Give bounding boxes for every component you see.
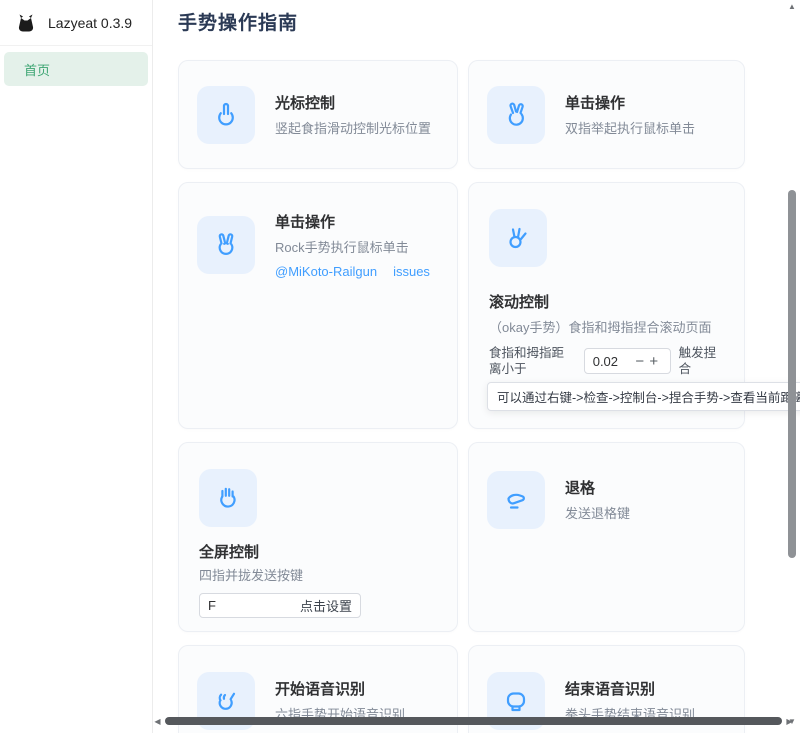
okay-hand-icon bbox=[502, 222, 534, 254]
fullscreen-key-input[interactable]: 点击设置 bbox=[199, 593, 361, 618]
issues-link[interactable]: issues bbox=[393, 264, 430, 279]
card-title: 全屏控制 bbox=[199, 541, 437, 562]
card-title: 单击操作 bbox=[275, 211, 430, 232]
horizontal-scrollbar[interactable]: ◀ ▶ bbox=[153, 715, 794, 727]
card-click-two-finger: 单击操作 双指举起执行鼠标单击 bbox=[468, 60, 745, 169]
main-content: 手势操作指南 光标控制 竖起食指滑动控制光标位置 bbox=[153, 0, 800, 733]
sidebar-item-home-label: 首页 bbox=[24, 60, 50, 79]
card-backspace: 退格 发送退格键 bbox=[468, 442, 745, 632]
pinch-label-before: 食指和拇指距离小于 bbox=[489, 345, 576, 379]
card-fullscreen-control: 全屏控制 四指并拢发送按键 点击设置 bbox=[178, 442, 458, 632]
sidebar-item-home[interactable]: 首页 bbox=[4, 52, 148, 86]
scroll-left-arrow[interactable]: ◀ bbox=[153, 717, 162, 726]
sidebar: Lazyeat 0.3.9 首页 bbox=[0, 0, 153, 733]
card-click-rock: 单击操作 Rock手势执行鼠标单击 @MiKoto-Railgun issues bbox=[178, 182, 458, 429]
icon-box bbox=[487, 86, 545, 144]
author-link[interactable]: @MiKoto-Railgun bbox=[275, 264, 377, 279]
card-desc: 四指并拢发送按键 bbox=[199, 567, 437, 585]
point-up-hand-icon bbox=[210, 99, 242, 131]
pinch-tip-popover: 可以通过右键->检查->控制台->捏合手势->查看当前距离 bbox=[487, 382, 800, 411]
scroll-right-arrow[interactable]: ▶ bbox=[785, 717, 794, 726]
card-desc: 双指举起执行鼠标单击 bbox=[565, 120, 695, 138]
two-finger-hand-icon bbox=[500, 99, 532, 131]
card-title: 结束语音识别 bbox=[565, 678, 695, 699]
card-desc: 发送退格键 bbox=[565, 505, 630, 523]
sidebar-menu: 首页 bbox=[0, 46, 152, 92]
fist-hand-icon bbox=[500, 685, 532, 717]
icon-box bbox=[199, 469, 257, 527]
card-scroll-control: 滚动控制 （okay手势）食指和拇指捏合滚动页面 食指和拇指距离小于 − + 触… bbox=[468, 182, 745, 429]
icon-box bbox=[197, 86, 255, 144]
card-cursor-control: 光标控制 竖起食指滑动控制光标位置 bbox=[178, 60, 458, 169]
card-desc: Rock手势执行鼠标单击 bbox=[275, 239, 430, 257]
page-title: 手势操作指南 bbox=[178, 6, 800, 35]
lazyeat-logo-icon bbox=[14, 11, 38, 35]
card-title: 开始语音识别 bbox=[275, 678, 405, 699]
gesture-card-grid: 光标控制 竖起食指滑动控制光标位置 单击操 bbox=[178, 60, 745, 733]
four-finger-hand-icon bbox=[212, 482, 244, 514]
vertical-scrollbar-thumb[interactable] bbox=[788, 190, 796, 558]
fullscreen-key-value[interactable] bbox=[208, 598, 300, 613]
card-title: 退格 bbox=[565, 477, 630, 498]
pinch-label-after: 触发捏合 bbox=[679, 345, 724, 379]
icon-box bbox=[487, 471, 545, 529]
increase-button[interactable]: + bbox=[647, 354, 661, 369]
scroll-up-arrow[interactable]: ▲ bbox=[786, 2, 798, 12]
card-desc: 竖起食指滑动控制光标位置 bbox=[275, 120, 431, 138]
icon-box bbox=[197, 216, 255, 274]
pinch-threshold-input[interactable]: − + bbox=[584, 348, 671, 374]
card-desc: （okay手势）食指和拇指捏合滚动页面 bbox=[489, 319, 724, 337]
vertical-scrollbar[interactable]: ▲ ▼ bbox=[786, 2, 798, 717]
card-title: 单击操作 bbox=[565, 92, 695, 113]
card-links: @MiKoto-Railgun issues bbox=[275, 264, 430, 279]
pinch-threshold-value[interactable] bbox=[593, 354, 633, 369]
pinch-threshold-row: 食指和拇指距离小于 − + 触发捏合 bbox=[489, 345, 724, 379]
logo-row: Lazyeat 0.3.9 bbox=[0, 0, 152, 46]
horizontal-scrollbar-thumb[interactable] bbox=[165, 717, 782, 725]
icon-box bbox=[489, 209, 547, 267]
six-gesture-hand-icon bbox=[210, 685, 242, 717]
rock-hand-icon bbox=[210, 229, 242, 261]
decrease-button[interactable]: − bbox=[633, 354, 647, 369]
app-window: Lazyeat 0.3.9 首页 手势操作指南 bbox=[0, 0, 800, 733]
app-title: Lazyeat 0.3.9 bbox=[48, 15, 132, 31]
backspace-hand-icon bbox=[500, 484, 532, 516]
card-title: 光标控制 bbox=[275, 92, 431, 113]
card-title: 滚动控制 bbox=[489, 291, 724, 312]
set-key-button[interactable]: 点击设置 bbox=[300, 596, 352, 615]
